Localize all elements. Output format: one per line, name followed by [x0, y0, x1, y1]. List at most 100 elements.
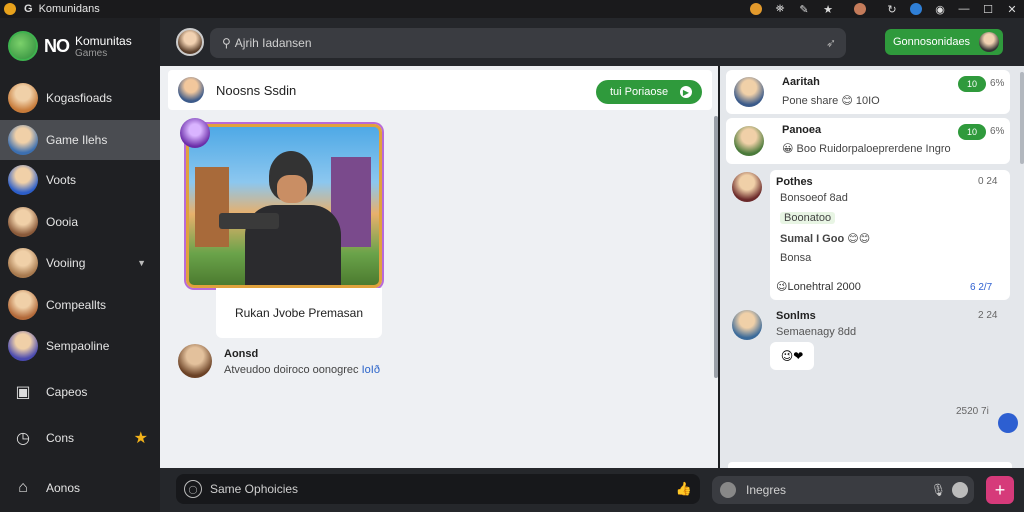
shield-icon[interactable]	[904, 0, 928, 18]
list-item[interactable]: Panoea 😀 Boo Ruidorpaloeprerdene Ingro 1…	[726, 118, 1010, 164]
avatar	[8, 125, 38, 155]
close-icon[interactable]: ✕	[1000, 0, 1024, 18]
sidebar-item-label: Voots	[46, 173, 77, 187]
sidebar-item-1[interactable]: Game Ilehs	[0, 120, 160, 160]
sidebar-item-cons[interactable]: ◷ Cons ★	[0, 418, 160, 458]
title-bar-controls: ⛯ ✎ ★ ↻ ◉ — ☐ ✕	[744, 0, 1024, 18]
item-text: Pone share 😊 10IO	[782, 95, 880, 107]
brand-title: Komunitas	[75, 33, 132, 48]
item-meta: 0 24	[978, 176, 998, 187]
message-text: Atveudoo doiroco oonogrec IoIð	[224, 364, 380, 376]
right-panel: Aaritah Pone share 😊 10IO 10 6% Panoea 😀…	[720, 66, 1024, 468]
top-bar: ⚲ Ajrih Iadansen ➶ Gonnosonidaes	[160, 18, 1024, 66]
minimize-icon[interactable]: —	[952, 0, 976, 18]
footer-time: 2520 7i	[956, 406, 989, 417]
avatar[interactable]	[180, 118, 210, 148]
send-icon[interactable]: ➶	[826, 36, 836, 50]
item-text: Semaenagy 8dd	[776, 326, 857, 338]
sidebar-item-label: Compeallts	[46, 298, 107, 312]
item-name: Panoea	[782, 124, 822, 136]
image-card[interactable]: Rukan Jvobe Premasan	[186, 124, 382, 338]
chat-header-button[interactable]: tui Poriaose ▶	[596, 80, 702, 104]
sidebar-item-0[interactable]: Kogasfioads	[0, 78, 160, 118]
refresh-icon[interactable]: ↻	[880, 0, 904, 18]
item-text: Bonsoeof 8ad	[780, 192, 848, 204]
avatar	[8, 83, 38, 113]
reply-input[interactable]: Inegres 🎙	[712, 476, 974, 504]
sidebar-item-6[interactable]: Sempaoline	[0, 326, 160, 366]
maximize-icon[interactable]: ☐	[976, 0, 1000, 18]
chat-header: Noosns Ssdin tui Poriaose ▶	[168, 70, 712, 110]
brand-mark: NO	[44, 35, 70, 56]
avatar	[8, 290, 38, 320]
chat-panel: Noosns Ssdin tui Poriaose ▶ Rukan Jvobe …	[160, 66, 718, 468]
avatar[interactable]	[732, 310, 762, 340]
list-item[interactable]: Aaritah Pone share 😊 10IO 10 6%	[726, 70, 1010, 114]
star-icon[interactable]: ★	[816, 0, 840, 18]
chat-title: Noosns Ssdin	[216, 82, 297, 98]
item-line: Boonatoo	[780, 212, 836, 224]
reply-input-placeholder: Inegres	[746, 483, 787, 497]
pin-icon[interactable]: ✎	[792, 0, 816, 18]
game-image[interactable]	[186, 124, 382, 288]
avatar[interactable]	[178, 77, 204, 103]
brand[interactable]: NO Komunitas Games	[8, 28, 158, 64]
attach-icon[interactable]: ◯	[184, 480, 202, 498]
like-icon[interactable]: 👍	[676, 481, 692, 497]
scrollbar[interactable]	[1020, 72, 1024, 164]
item-text: 😀 Boo Ruidorpaloeprerdene Ingro	[782, 143, 951, 155]
item-name: Aaritah	[782, 76, 820, 88]
item-meta: 6%	[990, 126, 1005, 137]
top-action-label: Gonnosonidaes	[893, 36, 971, 48]
status-dot-icon[interactable]	[998, 413, 1018, 433]
sidebar-item-2[interactable]: Voots	[0, 160, 160, 200]
avatar[interactable]	[178, 344, 212, 378]
image-caption: Rukan Jvobe Premasan	[216, 288, 382, 338]
search-placeholder: Ajrih Iadansen	[234, 36, 312, 50]
message-bubble[interactable]: Pothes 0 24 Bonsoeof 8ad Boonatoo Sumal …	[770, 170, 1010, 300]
add-button[interactable]: +	[986, 476, 1014, 504]
figure-weapon	[219, 213, 279, 229]
sidebar-item-capeos[interactable]: ▣ Capeos	[0, 372, 160, 412]
count-badge: 10	[958, 76, 986, 92]
message-input-placeholder: Same Ophoicies	[210, 482, 299, 496]
item-name: Pothes	[776, 176, 813, 188]
sidebar-item-label: Oooia	[46, 215, 79, 229]
chevron-down-icon[interactable]: ▼	[137, 258, 146, 268]
avatar[interactable]	[176, 28, 204, 56]
gift-icon[interactable]: ⛯	[768, 0, 792, 18]
item-line-5: 😉Lonehtral 2000	[776, 281, 861, 293]
top-action-button[interactable]: Gonnosonidaes	[885, 29, 1003, 55]
message-body: Atveudoo doiroco oonogrec	[224, 364, 359, 376]
coin-icon[interactable]	[744, 0, 768, 18]
sidebar-item-label: Capeos	[46, 385, 88, 399]
scrollbar[interactable]	[714, 116, 718, 378]
avatar	[734, 126, 764, 156]
avatar[interactable]	[732, 172, 762, 202]
sidebar-item-4[interactable]: Vooiing ▼	[0, 243, 160, 283]
message-input[interactable]: ◯ Same Ophoicies 👍	[176, 474, 700, 504]
message-sender: Aonsd	[224, 348, 259, 360]
sidebar-item-5[interactable]: Compeallts	[0, 285, 160, 325]
item-name: Sonlms	[776, 310, 816, 322]
sidebar-item-3[interactable]: Oooia	[0, 202, 160, 242]
brand-subtitle: Games	[75, 47, 108, 59]
reaction-bubble[interactable]: 😉❤	[770, 342, 814, 370]
sidebar-item-label: Kogasfioads	[46, 91, 113, 105]
emoji-icon[interactable]	[952, 482, 968, 498]
message-link[interactable]: IoIð	[362, 364, 380, 376]
app-g-logo: G	[24, 3, 33, 15]
sidebar-item-label: Vooiing	[46, 256, 86, 270]
sidebar-item-aonos[interactable]: ⌂ Aonos	[0, 468, 160, 508]
sidebar-item-label: Aonos	[46, 481, 81, 495]
bell-icon[interactable]: ◉	[928, 0, 952, 18]
search-icon: ⚲	[222, 36, 231, 50]
sidebar-item-label: Cons	[46, 431, 75, 445]
avatar	[8, 165, 38, 195]
clock-icon[interactable]	[720, 482, 736, 498]
mic-icon[interactable]: 🎙	[931, 483, 946, 497]
star-icon[interactable]: ★	[134, 428, 148, 448]
avatar	[8, 331, 38, 361]
user-icon[interactable]	[840, 0, 880, 18]
search-input[interactable]: ⚲ Ajrih Iadansen ➶	[210, 28, 846, 58]
